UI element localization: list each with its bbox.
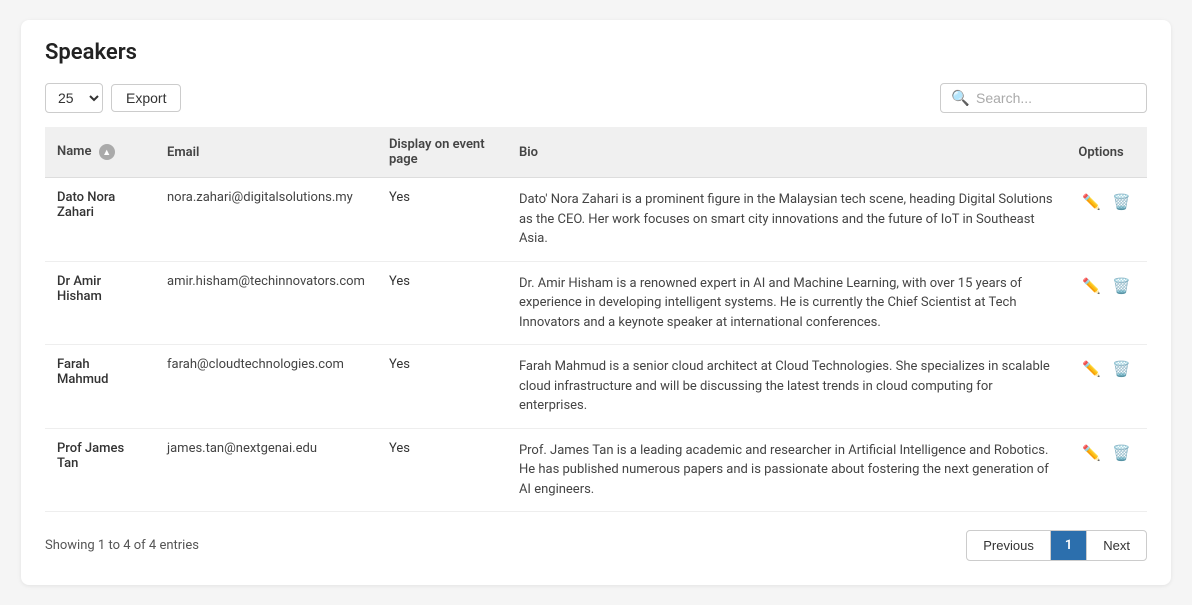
search-icon: 🔍: [951, 89, 970, 107]
edit-button[interactable]: ✏️: [1078, 357, 1105, 381]
cell-name: Prof James Tan: [45, 428, 155, 512]
cell-name: Farah Mahmud: [45, 345, 155, 429]
table-header-row: Name ▲ Email Display on event page Bio O…: [45, 127, 1147, 178]
sort-icon: ▲: [99, 144, 115, 160]
edit-button[interactable]: ✏️: [1078, 441, 1105, 465]
cell-email: amir.hisham@techinnovators.com: [155, 261, 377, 345]
cell-bio: Prof. James Tan is a leading academic an…: [507, 428, 1066, 512]
cell-options: ✏️ 🗑️: [1066, 428, 1147, 512]
previous-button[interactable]: Previous: [966, 530, 1051, 561]
search-input[interactable]: [976, 90, 1136, 106]
next-button[interactable]: Next: [1086, 530, 1147, 561]
cell-bio: Dr. Amir Hisham is a renowned expert in …: [507, 261, 1066, 345]
cell-display: Yes: [377, 178, 507, 262]
cell-display: Yes: [377, 345, 507, 429]
search-box: 🔍: [940, 83, 1147, 113]
toolbar-left: 25 50 100 Export: [45, 83, 181, 113]
edit-button[interactable]: ✏️: [1078, 190, 1105, 214]
page-title: Speakers: [45, 40, 1147, 65]
delete-button[interactable]: 🗑️: [1108, 441, 1135, 465]
cell-email: farah@cloudtechnologies.com: [155, 345, 377, 429]
cell-name: Dato Nora Zahari: [45, 178, 155, 262]
col-header-bio: Bio: [507, 127, 1066, 178]
col-header-display: Display on event page: [377, 127, 507, 178]
delete-button[interactable]: 🗑️: [1108, 274, 1135, 298]
toolbar: 25 50 100 Export 🔍: [45, 83, 1147, 113]
col-header-email: Email: [155, 127, 377, 178]
export-button[interactable]: Export: [111, 84, 181, 112]
cell-name: Dr Amir Hisham: [45, 261, 155, 345]
table-row: Dr Amir Hisham amir.hisham@techinnovator…: [45, 261, 1147, 345]
cell-email: james.tan@nextgenai.edu: [155, 428, 377, 512]
delete-button[interactable]: 🗑️: [1108, 357, 1135, 381]
current-page[interactable]: 1: [1051, 530, 1086, 561]
cell-bio: Dato' Nora Zahari is a prominent figure …: [507, 178, 1066, 262]
pagination: Previous 1 Next: [966, 530, 1147, 561]
per-page-select[interactable]: 25 50 100: [45, 83, 103, 113]
table-footer: Showing 1 to 4 of 4 entries Previous 1 N…: [45, 530, 1147, 561]
speakers-page: Speakers 25 50 100 Export 🔍 Name ▲ Email…: [21, 20, 1171, 585]
edit-button[interactable]: ✏️: [1078, 274, 1105, 298]
showing-text: Showing 1 to 4 of 4 entries: [45, 538, 199, 553]
cell-options: ✏️ 🗑️: [1066, 178, 1147, 262]
cell-display: Yes: [377, 261, 507, 345]
col-header-name[interactable]: Name ▲: [45, 127, 155, 178]
table-row: Dato Nora Zahari nora.zahari@digitalsolu…: [45, 178, 1147, 262]
cell-bio: Farah Mahmud is a senior cloud architect…: [507, 345, 1066, 429]
cell-email: nora.zahari@digitalsolutions.my: [155, 178, 377, 262]
cell-options: ✏️ 🗑️: [1066, 345, 1147, 429]
table-row: Prof James Tan james.tan@nextgenai.edu Y…: [45, 428, 1147, 512]
cell-display: Yes: [377, 428, 507, 512]
col-header-options: Options: [1066, 127, 1147, 178]
cell-options: ✏️ 🗑️: [1066, 261, 1147, 345]
table-row: Farah Mahmud farah@cloudtechnologies.com…: [45, 345, 1147, 429]
speakers-table: Name ▲ Email Display on event page Bio O…: [45, 127, 1147, 512]
delete-button[interactable]: 🗑️: [1108, 190, 1135, 214]
